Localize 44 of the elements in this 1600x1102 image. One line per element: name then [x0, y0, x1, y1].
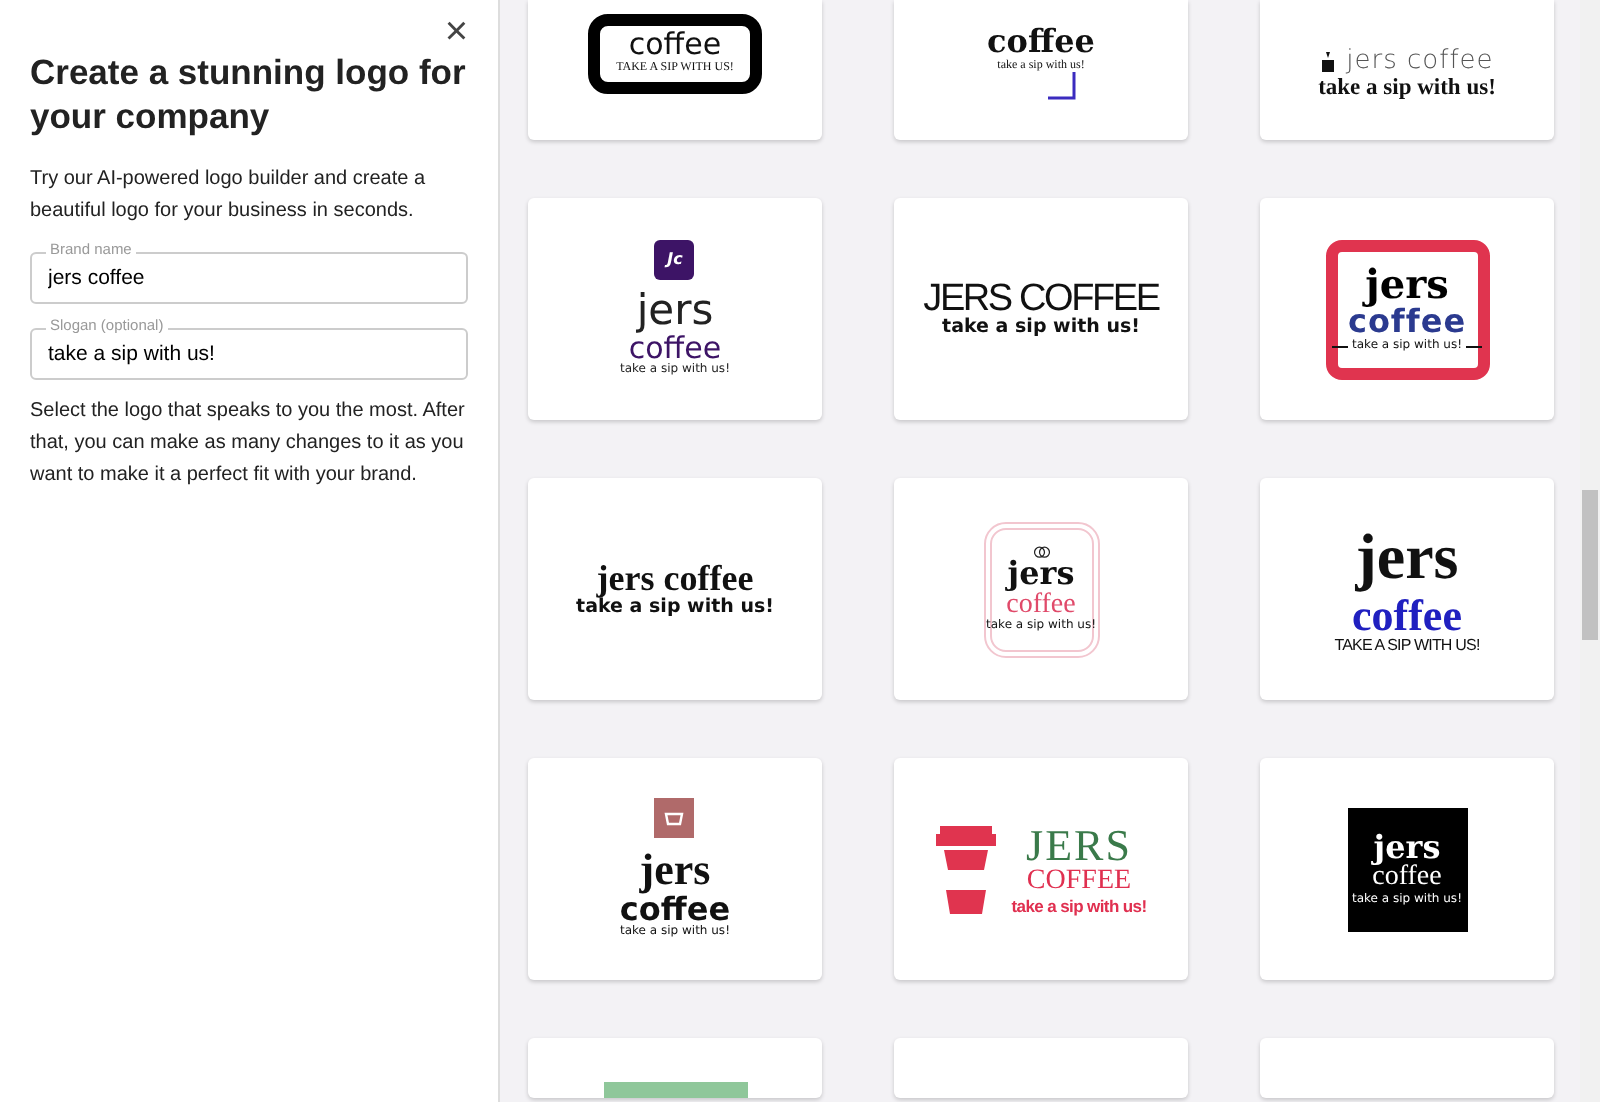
logo-text: jers — [1365, 264, 1449, 307]
logo-text: coffee — [1352, 591, 1462, 638]
logo-text: coffee — [987, 25, 1095, 60]
logo-card[interactable]: JERS COFFEE take a sip with us! — [894, 758, 1188, 980]
logo-text: jers coffee — [596, 560, 754, 598]
cup-square-icon — [654, 798, 695, 839]
panel-title: Create a stunning logo for your company — [30, 52, 468, 140]
logo-text: jers — [1007, 557, 1075, 592]
instructions-text: Select the logo that speaks to you the most. After that, you can make as many changes to it as you want to make it a perfect fit with your brand. — [30, 397, 467, 490]
logo-text: coffee — [1347, 306, 1467, 341]
corner-mark-icon — [1047, 72, 1075, 100]
scrollbar-thumb[interactable] — [1582, 490, 1598, 640]
logo-text: jers — [636, 288, 714, 333]
logo-text: jers coffee — [1346, 48, 1494, 76]
logo-text: jers — [1373, 831, 1441, 865]
logo-card[interactable] — [894, 1038, 1188, 1098]
intro-text: Try our AI-powered logo builder and create a beautiful logo for your business in seconds. — [30, 165, 428, 226]
logo-text: jers — [639, 846, 711, 893]
logo-text: coffee — [1006, 591, 1076, 620]
logo-text: take a sip with us! — [576, 597, 774, 618]
logo-text: take a sip with us! — [1318, 75, 1496, 100]
logo-text: jers — [1355, 523, 1459, 592]
logo-text: coffee — [1372, 864, 1442, 893]
logo-text: coffee — [628, 29, 722, 62]
logo-text: TAKE A SIP WITH US! — [1334, 637, 1480, 655]
logo-card[interactable] — [528, 1038, 822, 1098]
cup-icon — [935, 822, 996, 915]
logo-text: coffee — [619, 893, 731, 927]
cup-icon — [1320, 51, 1339, 74]
logo-shape — [603, 1082, 747, 1098]
logo-text: COFFEE — [1026, 868, 1132, 898]
logo-text: coffee — [628, 333, 722, 365]
text-field[interactable]: jers coffee — [30, 251, 468, 304]
logo-badge: Jc — [654, 240, 695, 281]
logo-card[interactable] — [1260, 1038, 1554, 1098]
logo-card[interactable]: jers coffee TAKE A SIP WITH US! — [1260, 478, 1554, 700]
logo-text: take a sip with us! — [942, 318, 1140, 339]
logo-card[interactable]: JERS COFFEE take a sip with us! — [894, 198, 1188, 420]
logo-text: JERS — [1026, 822, 1132, 869]
logo-card[interactable]: jers coffee take a sip with us! — [528, 478, 822, 700]
close-button[interactable]: × — [444, 12, 468, 52]
logo-card[interactable]: jers coffee take a sip with us! — [1260, 0, 1554, 140]
logo-text: JERS COFFEE — [923, 279, 1159, 319]
logo-text: take a sip with us! — [1011, 897, 1147, 916]
